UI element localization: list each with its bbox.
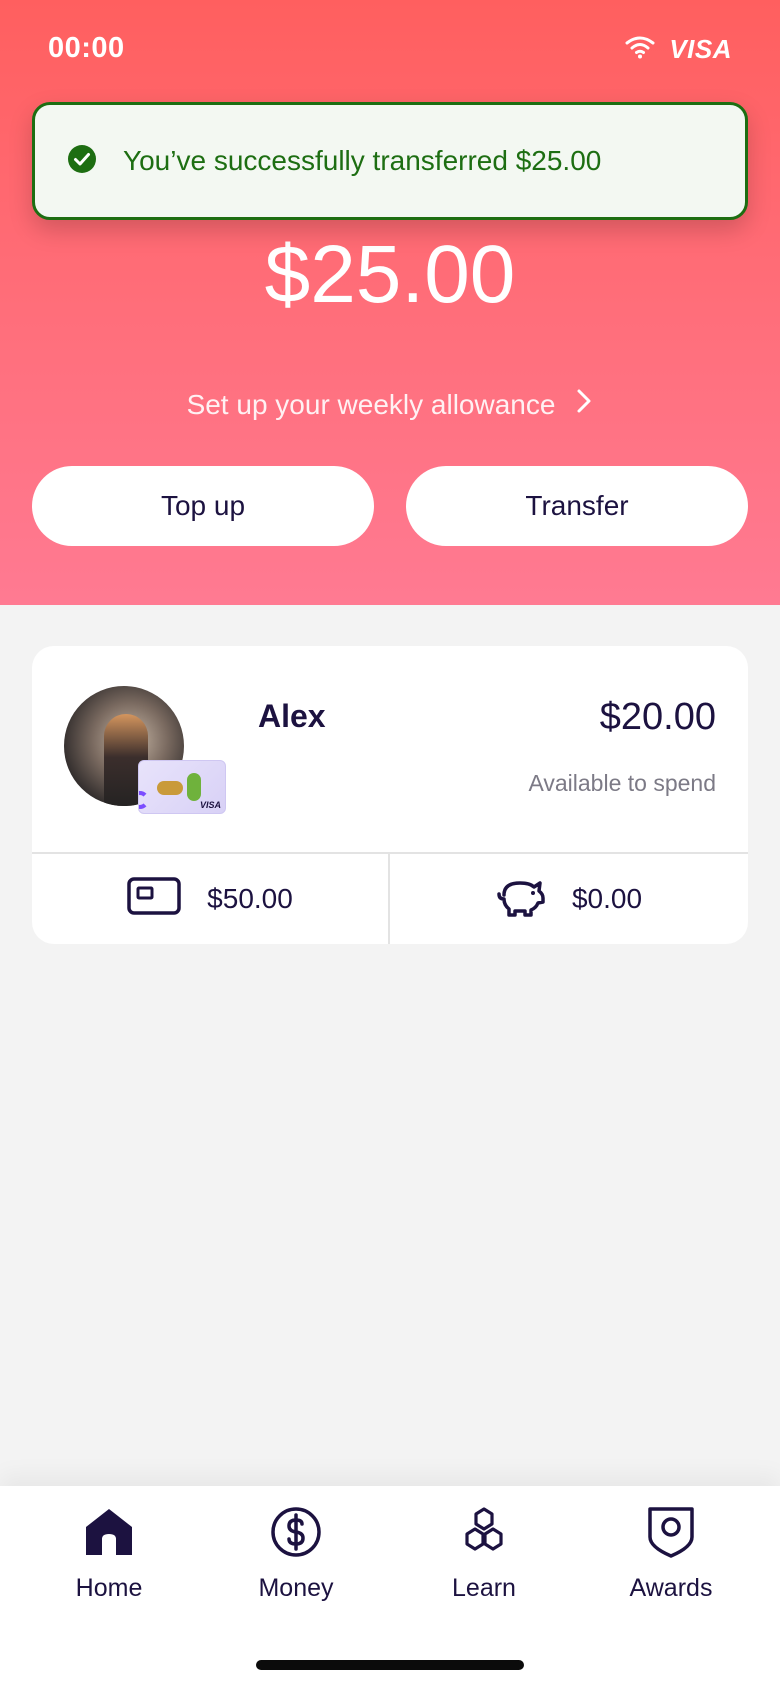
- tab-awards[interactable]: Awards: [596, 1504, 746, 1614]
- wifi-icon: [625, 35, 655, 64]
- card-icon: [127, 876, 181, 922]
- transfer-button[interactable]: Transfer: [406, 466, 748, 546]
- allowance-label: Set up your weekly allowance: [186, 388, 556, 420]
- success-toast: You’ve successfully transferred $25.00: [32, 102, 748, 220]
- debit-card-thumbnail: VISA: [138, 760, 226, 814]
- bottom-tab-bar: Home Money Learn Awards: [0, 1486, 780, 1688]
- toast-message: You’ve successfully transferred $25.00: [123, 145, 602, 176]
- tab-learn[interactable]: Learn: [409, 1504, 559, 1614]
- card-balance-cell[interactable]: $50.00: [32, 854, 388, 944]
- status-time: 00:00: [48, 32, 125, 64]
- tab-label: Awards: [629, 1574, 713, 1602]
- chevron-right-icon: [575, 388, 593, 421]
- available-caption: Available to spend: [528, 770, 716, 796]
- home-indicator[interactable]: [256, 1660, 524, 1670]
- allowance-link[interactable]: Set up your weekly allowance: [0, 388, 780, 421]
- child-name: Alex: [258, 698, 326, 734]
- savings-balance-cell[interactable]: $0.00: [390, 854, 748, 944]
- hexagons-icon: [456, 1504, 512, 1560]
- card-visa-logo: VISA: [199, 800, 221, 810]
- tab-money[interactable]: Money: [221, 1504, 371, 1614]
- tab-label: Money: [258, 1574, 334, 1602]
- check-circle-icon: [67, 144, 97, 179]
- status-indicators: VISA: [625, 34, 732, 65]
- child-account-card[interactable]: VISA Alex $20.00 Available to spend $50.…: [32, 646, 748, 944]
- available-amount: $20.00: [599, 696, 716, 738]
- shield-badge-icon: [643, 1504, 699, 1560]
- home-icon: [81, 1504, 137, 1560]
- tab-label: Home: [75, 1574, 143, 1602]
- dollar-circle-icon: [268, 1504, 324, 1560]
- top-up-button[interactable]: Top up: [32, 466, 374, 546]
- tab-label: Learn: [452, 1574, 516, 1602]
- piggy-bank-icon: [496, 875, 546, 924]
- balance-header: 00:00 VISA $25.00 Set up your weekly all…: [0, 0, 780, 605]
- savings-balance: $0.00: [571, 883, 643, 914]
- home-screen: 00:00 VISA $25.00 Set up your weekly all…: [0, 0, 780, 1688]
- visa-logo: VISA: [669, 34, 732, 64]
- card-balance: $50.00: [207, 883, 293, 914]
- tab-home[interactable]: Home: [34, 1504, 184, 1614]
- total-balance: $25.00: [264, 229, 516, 320]
